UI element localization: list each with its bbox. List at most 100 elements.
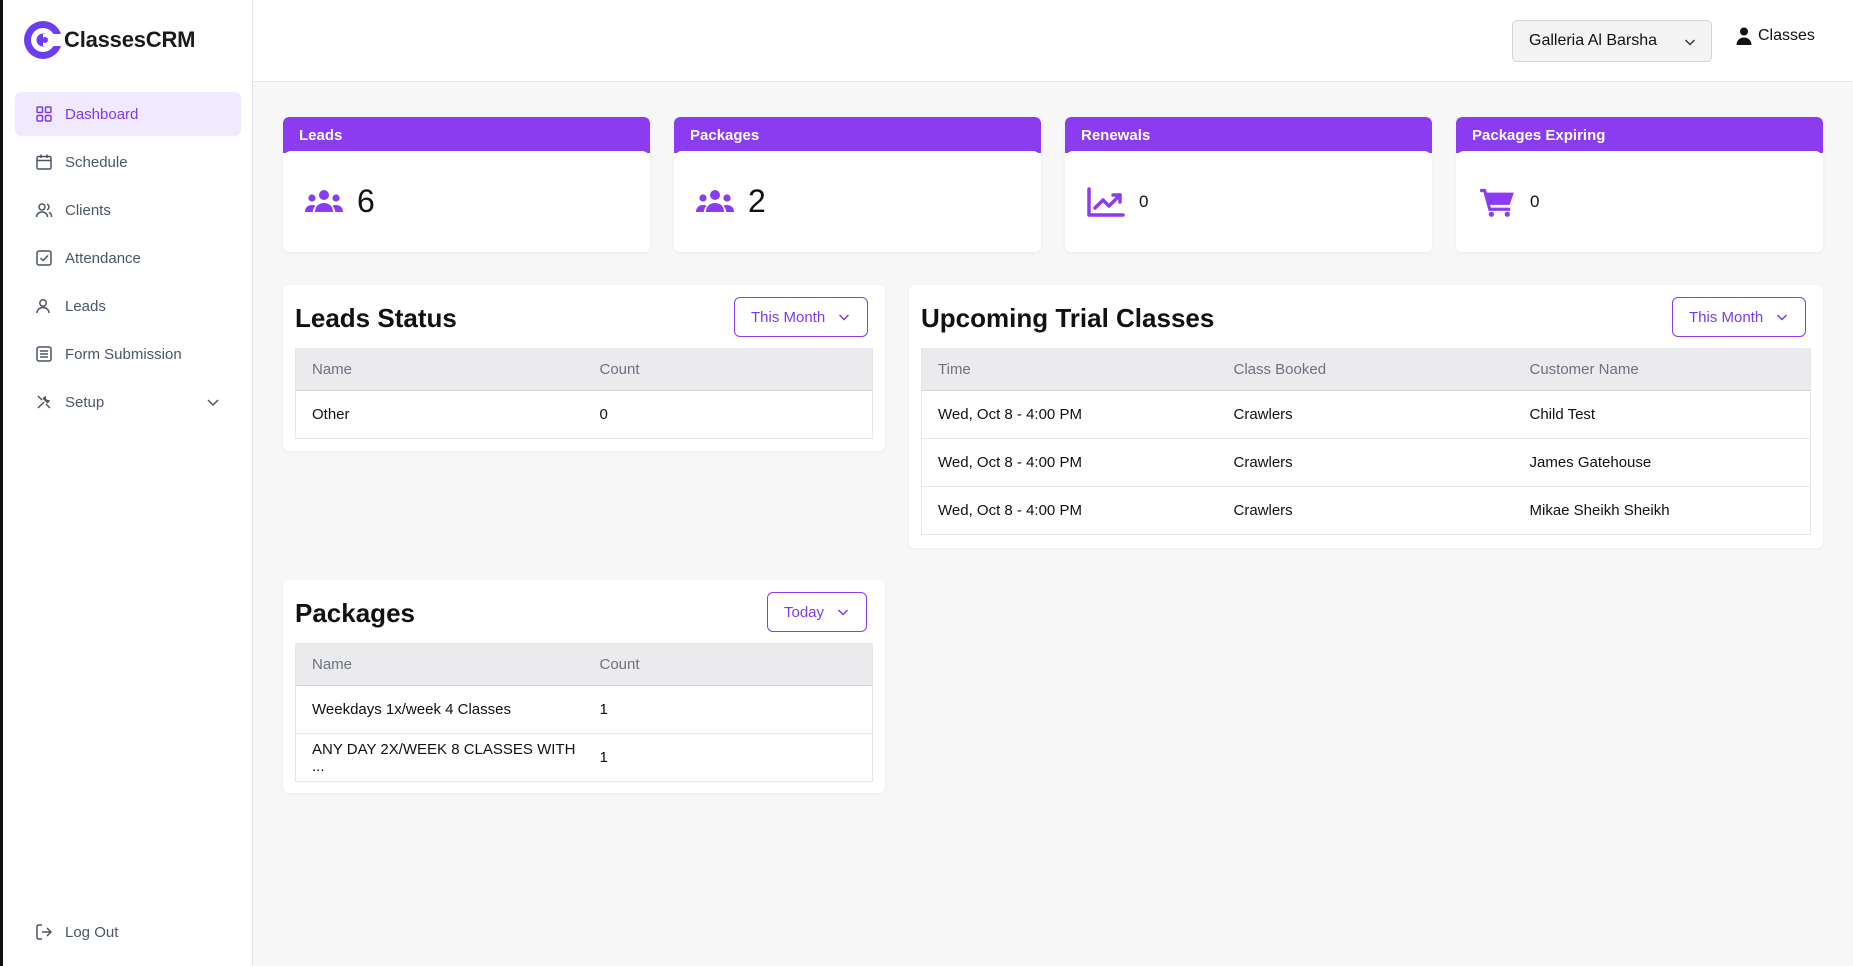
table-cell: Crawlers	[1217, 390, 1514, 439]
chevron-down-icon	[838, 609, 849, 616]
table-row[interactable]: Other 0	[296, 391, 873, 439]
table-header-row: Time Class Booked Customer Name	[921, 348, 1811, 391]
stat-card-packages[interactable]: Packages 2	[674, 117, 1041, 252]
sidebar-item-label: Schedule	[65, 153, 128, 171]
trial-classes-table: Time Class Booked Customer Name Wed, Oct…	[921, 348, 1811, 535]
packages-panel: Packages Today Name Count Weekdays 1x/we…	[283, 580, 885, 793]
chevron-down-icon	[1777, 314, 1788, 321]
stat-title: Renewals	[1065, 117, 1432, 153]
tools-icon	[37, 395, 51, 409]
leads-status-filter[interactable]: This Month	[734, 297, 869, 337]
sidebar-item-label: Leads	[65, 297, 106, 315]
table-cell: 1	[583, 685, 873, 734]
table-cell: Wed, Oct 8 - 4:00 PM	[921, 390, 1218, 439]
calendar-icon	[36, 154, 52, 170]
list-icon	[36, 346, 52, 362]
table-cell: Wed, Oct 8 - 4:00 PM	[938, 502, 1082, 519]
stat-title: Packages Expiring	[1456, 117, 1823, 153]
stat-card-packages-expiring[interactable]: Packages Expiring 0	[1456, 117, 1823, 252]
table-cell: Weekdays 1x/week 4 Classes	[295, 685, 584, 734]
stat-title: Leads	[283, 117, 650, 153]
stat-body: 0	[1456, 151, 1823, 252]
sidebar-nav: Dashboard Schedule Clients Attendance Le…	[15, 92, 241, 428]
chevron-down-icon[interactable]	[205, 394, 221, 410]
stat-body: 0	[1065, 151, 1432, 252]
table-row[interactable]: Wed, Oct 8 - 4:00 PM Crawlers James Gate…	[921, 438, 1811, 487]
user-menu[interactable]: Classes	[1736, 27, 1815, 45]
stat-body: 6	[283, 151, 650, 252]
table-cell: Crawlers	[1217, 438, 1514, 487]
logout-label: Log Out	[65, 923, 119, 941]
filter-label: This Month	[1689, 308, 1764, 326]
table-header-row: Name Count	[295, 643, 873, 686]
leads-status-table: Name Count Other 0	[295, 348, 873, 439]
table-row[interactable]: ANY DAY 2X/WEEK 8 CLASSES WITH ... 1	[296, 734, 873, 782]
table-row[interactable]: Wed, Oct 8 - 4:00 PM Crawlers Child Test	[921, 390, 1811, 439]
packages-table: Name Count Weekdays 1x/week 4 Classes 1 …	[295, 643, 873, 782]
leads-status-panel: Leads Status This Month Name Count Other…	[283, 285, 885, 451]
sidebar-item-schedule[interactable]: Schedule	[15, 140, 241, 184]
stat-value: 0	[1530, 191, 1540, 211]
column-header[interactable]: Count	[583, 348, 873, 391]
grid-icon	[36, 106, 52, 122]
chevron-down-icon	[839, 314, 850, 321]
table-cell: Wed, Oct 8 - 4:00 PM	[921, 438, 1218, 487]
sidebar-item-form-submission[interactable]: Form Submission	[15, 332, 241, 376]
user-icon	[36, 299, 50, 314]
table-cell: Child Test	[1513, 390, 1811, 439]
chart-line-icon	[1087, 186, 1125, 217]
column-header[interactable]: Count	[583, 643, 873, 686]
table-cell: 0	[599, 406, 608, 423]
column-header[interactable]: Time	[921, 348, 1218, 391]
packages-filter[interactable]: Today	[767, 592, 868, 632]
brand-logo-icon	[24, 21, 63, 59]
table-cell: Other	[312, 406, 350, 423]
logout-button[interactable]: Log Out	[15, 910, 241, 954]
column-header[interactable]: Customer Name	[1513, 348, 1811, 391]
sidebar-item-leads[interactable]: Leads	[15, 284, 241, 328]
sidebar-item-setup[interactable]: Setup	[15, 380, 241, 424]
table-cell: ANY DAY 2X/WEEK 8 CLASSES WITH ...	[312, 740, 576, 775]
brand[interactable]: ClassesCRM	[23, 20, 195, 60]
users-group-icon	[305, 189, 343, 212]
panel-title: Leads Status	[295, 303, 457, 333]
chevron-down-icon	[1685, 39, 1695, 46]
top-bar: Galleria Al Barsha Classes	[253, 0, 1853, 82]
sidebar-item-label: Setup	[65, 393, 105, 411]
location-select[interactable]: Galleria Al Barsha	[1512, 20, 1712, 62]
filter-label: Today	[784, 603, 825, 621]
table-cell: Crawlers	[1233, 502, 1293, 519]
stat-body: 2	[674, 151, 1041, 252]
trial-classes-filter[interactable]: This Month	[1672, 297, 1807, 337]
stat-value: 6	[357, 183, 375, 219]
table-header-row: Name Count	[295, 348, 873, 391]
sidebar-item-label: Dashboard	[65, 105, 139, 123]
sidebar-item-attendance[interactable]: Attendance	[15, 236, 241, 280]
cart-icon	[1480, 188, 1514, 217]
table-cell: 1	[599, 749, 608, 766]
checkbox-icon	[36, 250, 52, 266]
stat-title: Packages	[674, 117, 1041, 153]
column-header[interactable]: Name	[295, 643, 584, 686]
stat-value: 2	[748, 183, 766, 219]
trial-classes-panel: Upcoming Trial Classes This Month Time C…	[909, 285, 1823, 548]
table-row[interactable]: Wed, Oct 8 - 4:00 PM Crawlers Mikae Shei…	[922, 487, 1811, 535]
brand-name: ClassesCRM	[64, 27, 196, 52]
stat-value: 0	[1139, 191, 1149, 211]
users-group-icon	[696, 189, 734, 212]
sidebar-item-label: Form Submission	[65, 345, 182, 363]
sidebar-item-label: Clients	[65, 201, 111, 219]
logout-icon	[36, 924, 53, 940]
users-icon	[35, 203, 53, 218]
sidebar-item-label: Attendance	[65, 249, 141, 267]
table-row[interactable]: Weekdays 1x/week 4 Classes 1	[295, 685, 873, 734]
stat-card-renewals[interactable]: Renewals 0	[1065, 117, 1432, 252]
panel-title: Upcoming Trial Classes	[921, 303, 1215, 333]
table-cell: Mikae Sheikh Sheikh	[1529, 502, 1670, 519]
stat-card-leads[interactable]: Leads 6	[283, 117, 650, 252]
sidebar: ClassesCRM Dashboard Schedule Clients At…	[3, 0, 253, 966]
column-header[interactable]: Class Booked	[1217, 348, 1514, 391]
column-header[interactable]: Name	[295, 348, 584, 391]
sidebar-item-dashboard[interactable]: Dashboard	[15, 92, 241, 136]
sidebar-item-clients[interactable]: Clients	[15, 188, 241, 232]
